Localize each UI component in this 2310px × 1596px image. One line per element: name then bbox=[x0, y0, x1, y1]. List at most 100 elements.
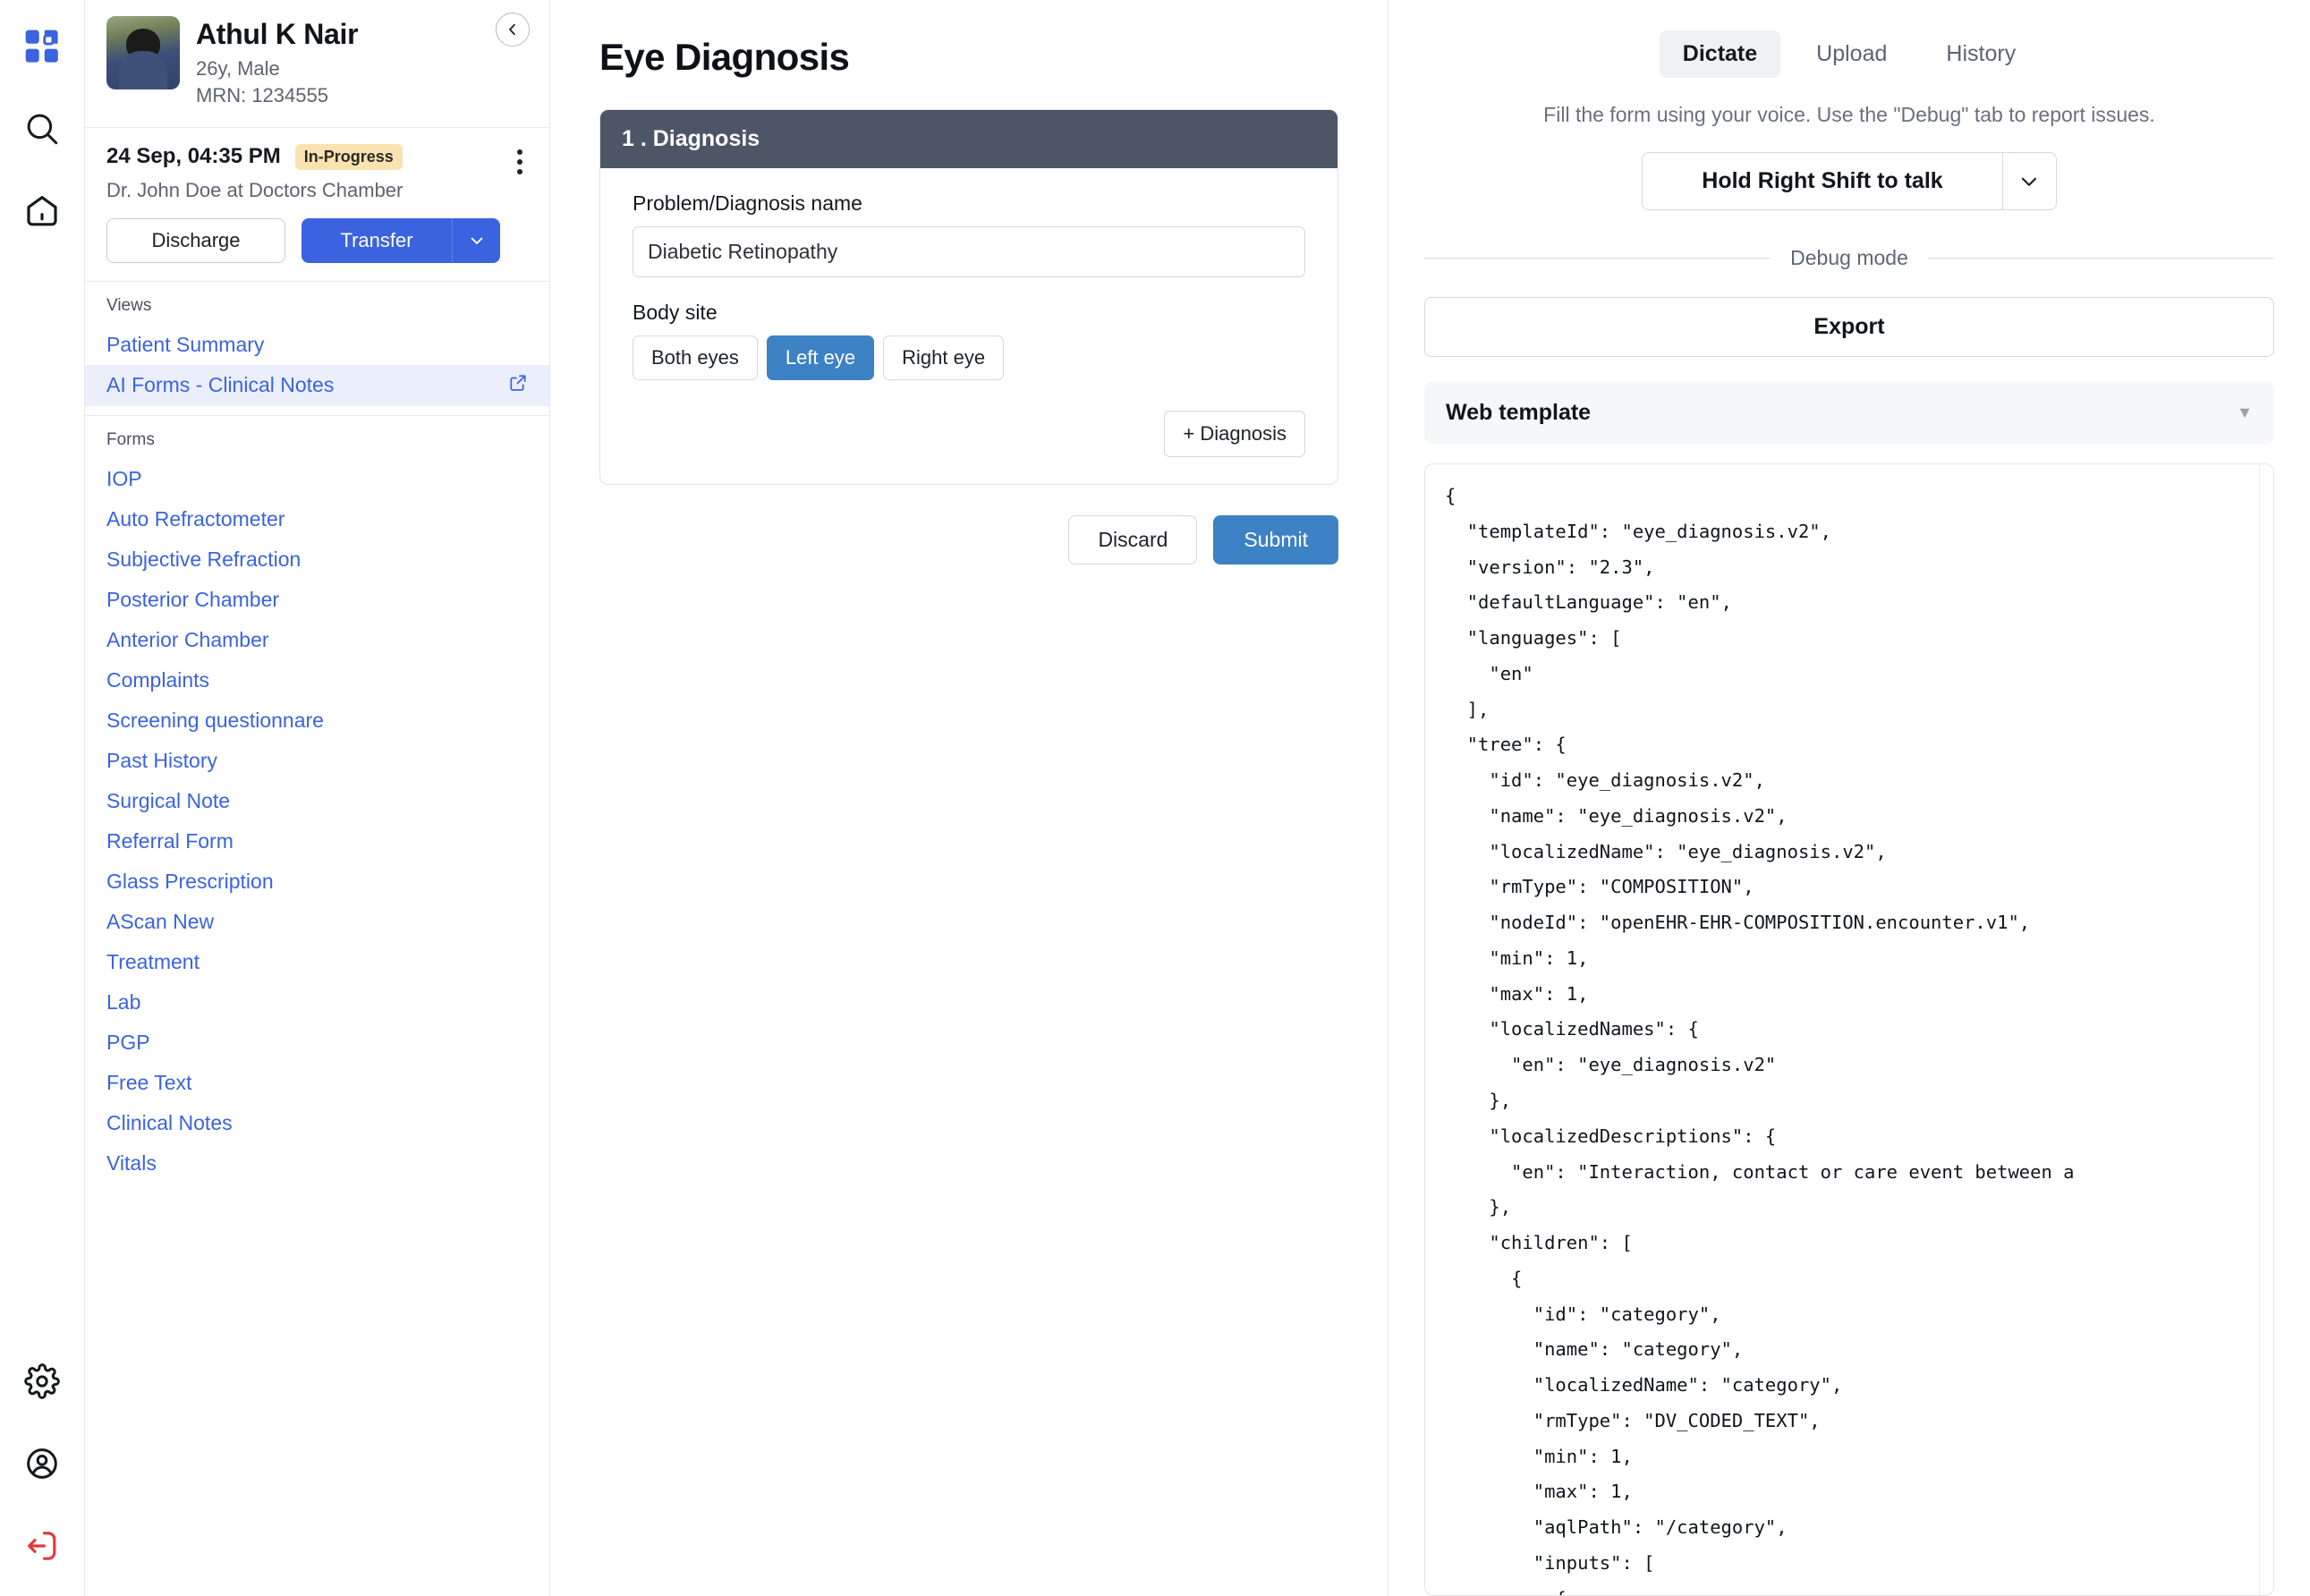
web-template-json: { "templateId": "eye_diagnosis.v2", "ver… bbox=[1445, 479, 2254, 1596]
diagnosis-section-body: Problem/Diagnosis name Body site Both ey… bbox=[600, 168, 1338, 484]
sidebar-item-subjective-refraction[interactable]: Subjective Refraction bbox=[85, 539, 549, 580]
panel-tabs: Dictate Upload History bbox=[1424, 30, 2274, 78]
sidebar-item-label: Past History bbox=[106, 749, 217, 773]
sidebar-item-label: Anterior Chamber bbox=[106, 628, 269, 652]
patient-card: Athul K Nair 26y, Male MRN: 1234555 bbox=[85, 0, 549, 128]
add-diagnosis-button[interactable]: + Diagnosis bbox=[1164, 411, 1305, 457]
sidebar-item-label: Glass Prescription bbox=[106, 870, 274, 894]
user-account-icon[interactable] bbox=[15, 1437, 69, 1490]
discharge-button[interactable]: Discharge bbox=[106, 218, 285, 263]
transfer-dropdown-button[interactable] bbox=[452, 218, 500, 263]
code-scrollbar[interactable] bbox=[2259, 464, 2273, 1595]
forms-group-title: Forms bbox=[85, 430, 549, 459]
chevron-down-icon bbox=[2017, 170, 2041, 193]
body-site-both-eyes-button[interactable]: Both eyes bbox=[633, 335, 758, 380]
discard-button[interactable]: Discard bbox=[1068, 515, 1197, 565]
web-template-accordion[interactable]: Web template ▼ bbox=[1424, 382, 2274, 444]
sidebar-item-clinical-notes[interactable]: Clinical Notes bbox=[85, 1103, 549, 1143]
search-icon[interactable] bbox=[15, 102, 69, 156]
icon-rail bbox=[0, 0, 85, 1596]
more-vertical-icon bbox=[517, 159, 522, 165]
export-button[interactable]: Export bbox=[1424, 297, 2274, 357]
sidebar-item-auto-refractometer[interactable]: Auto Refractometer bbox=[85, 499, 549, 539]
sidebar-item-label: AI Forms - Clinical Notes bbox=[106, 373, 334, 397]
body-site-right-eye-button[interactable]: Right eye bbox=[883, 335, 1004, 380]
apps-grid-icon[interactable] bbox=[15, 20, 69, 73]
status-badge: In-Progress bbox=[295, 144, 403, 170]
sidebar-item-label: Subjective Refraction bbox=[106, 548, 301, 572]
page-title: Eye Diagnosis bbox=[599, 36, 1338, 79]
encounter-datetime: 24 Sep, 04:35 PM bbox=[106, 144, 281, 169]
sidebar-item-patient-summary[interactable]: Patient Summary bbox=[85, 325, 549, 365]
problem-name-input[interactable] bbox=[633, 226, 1305, 277]
avatar bbox=[106, 16, 180, 89]
encounter-card: 24 Sep, 04:35 PM In-Progress Dr. John Do… bbox=[85, 128, 549, 282]
sidebar-item-label: Free Text bbox=[106, 1071, 191, 1095]
sidebar-item-label: Complaints bbox=[106, 668, 209, 692]
sidebar-item-complaints[interactable]: Complaints bbox=[85, 660, 549, 700]
patient-sidebar: Athul K Nair 26y, Male MRN: 1234555 24 S… bbox=[85, 0, 550, 1596]
forms-group: Forms IOP Auto Refractometer Subjective … bbox=[85, 416, 549, 1596]
problem-name-label: Problem/Diagnosis name bbox=[633, 191, 1305, 216]
sidebar-item-label: Vitals bbox=[106, 1151, 157, 1176]
more-vertical-icon bbox=[517, 149, 522, 155]
sidebar-item-surgical-note[interactable]: Surgical Note bbox=[85, 781, 549, 821]
debug-mode-divider: Debug mode bbox=[1424, 246, 2274, 270]
transfer-split-button: Transfer bbox=[301, 218, 500, 263]
views-group: Views Patient Summary AI Forms - Clinica… bbox=[85, 282, 549, 416]
sidebar-item-screening-questionnare[interactable]: Screening questionnare bbox=[85, 700, 549, 741]
app-root: Athul K Nair 26y, Male MRN: 1234555 24 S… bbox=[0, 0, 2310, 1596]
tab-dictate[interactable]: Dictate bbox=[1660, 30, 1780, 78]
tab-history[interactable]: History bbox=[1923, 30, 2039, 78]
logout-icon[interactable] bbox=[15, 1519, 69, 1573]
submit-button[interactable]: Submit bbox=[1213, 515, 1338, 565]
diagnosis-section-header: 1 . Diagnosis bbox=[600, 110, 1338, 168]
sidebar-item-vitals[interactable]: Vitals bbox=[85, 1143, 549, 1184]
body-site-options: Both eyes Left eye Right eye bbox=[633, 335, 1305, 380]
dictation-panel: Dictate Upload History Fill the form usi… bbox=[1389, 0, 2310, 1596]
dictate-options-button[interactable] bbox=[2003, 152, 2057, 210]
sidebar-item-anterior-chamber[interactable]: Anterior Chamber bbox=[85, 620, 549, 660]
sidebar-collapse-button[interactable] bbox=[496, 13, 530, 47]
encounter-actions: Discharge Transfer bbox=[106, 218, 528, 263]
hold-to-talk-button[interactable]: Hold Right Shift to talk bbox=[1642, 152, 2002, 210]
web-template-accordion-label: Web template bbox=[1446, 400, 1591, 426]
sidebar-item-past-history[interactable]: Past History bbox=[85, 741, 549, 781]
form-main-area: Eye Diagnosis 1 . Diagnosis Problem/Diag… bbox=[550, 0, 1389, 1596]
sidebar-item-lab[interactable]: Lab bbox=[85, 982, 549, 1023]
sidebar-item-label: Auto Refractometer bbox=[106, 507, 285, 531]
sidebar-item-ascan-new[interactable]: AScan New bbox=[85, 902, 549, 942]
gear-icon[interactable] bbox=[15, 1354, 69, 1408]
sidebar-item-label: Clinical Notes bbox=[106, 1111, 233, 1135]
encounter-header: 24 Sep, 04:35 PM In-Progress bbox=[106, 144, 528, 170]
patient-name: Athul K Nair bbox=[196, 18, 358, 51]
views-group-title: Views bbox=[85, 296, 549, 325]
sidebar-item-pgp[interactable]: PGP bbox=[85, 1023, 549, 1063]
body-site-left-eye-button[interactable]: Left eye bbox=[767, 335, 874, 380]
sidebar-item-label: Patient Summary bbox=[106, 333, 264, 357]
encounter-provider: Dr. John Doe at Doctors Chamber bbox=[106, 179, 528, 202]
sidebar-item-treatment[interactable]: Treatment bbox=[85, 942, 549, 982]
diagnosis-section-card: 1 . Diagnosis Problem/Diagnosis name Bod… bbox=[599, 109, 1338, 485]
form-actions: Discard Submit bbox=[599, 515, 1338, 565]
home-icon[interactable] bbox=[15, 184, 69, 238]
web-template-code-box[interactable]: { "templateId": "eye_diagnosis.v2", "ver… bbox=[1424, 463, 2274, 1596]
transfer-button[interactable]: Transfer bbox=[301, 218, 452, 263]
tab-upload[interactable]: Upload bbox=[1793, 30, 1910, 78]
sidebar-item-label: IOP bbox=[106, 467, 142, 491]
sidebar-item-referral-form[interactable]: Referral Form bbox=[85, 821, 549, 862]
caret-down-icon: ▼ bbox=[2237, 403, 2253, 422]
patient-mrn: MRN: 1234555 bbox=[196, 84, 358, 107]
sidebar-item-posterior-chamber[interactable]: Posterior Chamber bbox=[85, 580, 549, 620]
sidebar-item-glass-prescription[interactable]: Glass Prescription bbox=[85, 862, 549, 902]
sidebar-item-label: Surgical Note bbox=[106, 789, 230, 813]
sidebar-item-free-text[interactable]: Free Text bbox=[85, 1063, 549, 1103]
sidebar-item-label: Screening questionnare bbox=[106, 709, 324, 733]
patient-demographics: 26y, Male bbox=[196, 57, 358, 81]
sidebar-item-iop[interactable]: IOP bbox=[85, 459, 549, 499]
chevron-left-icon bbox=[505, 21, 521, 38]
dictate-control-row: Hold Right Shift to talk bbox=[1424, 152, 2274, 210]
sidebar-item-ai-forms-clinical-notes[interactable]: AI Forms - Clinical Notes bbox=[85, 365, 549, 406]
add-diagnosis-row: + Diagnosis bbox=[633, 411, 1305, 457]
encounter-menu-button[interactable] bbox=[514, 146, 526, 178]
